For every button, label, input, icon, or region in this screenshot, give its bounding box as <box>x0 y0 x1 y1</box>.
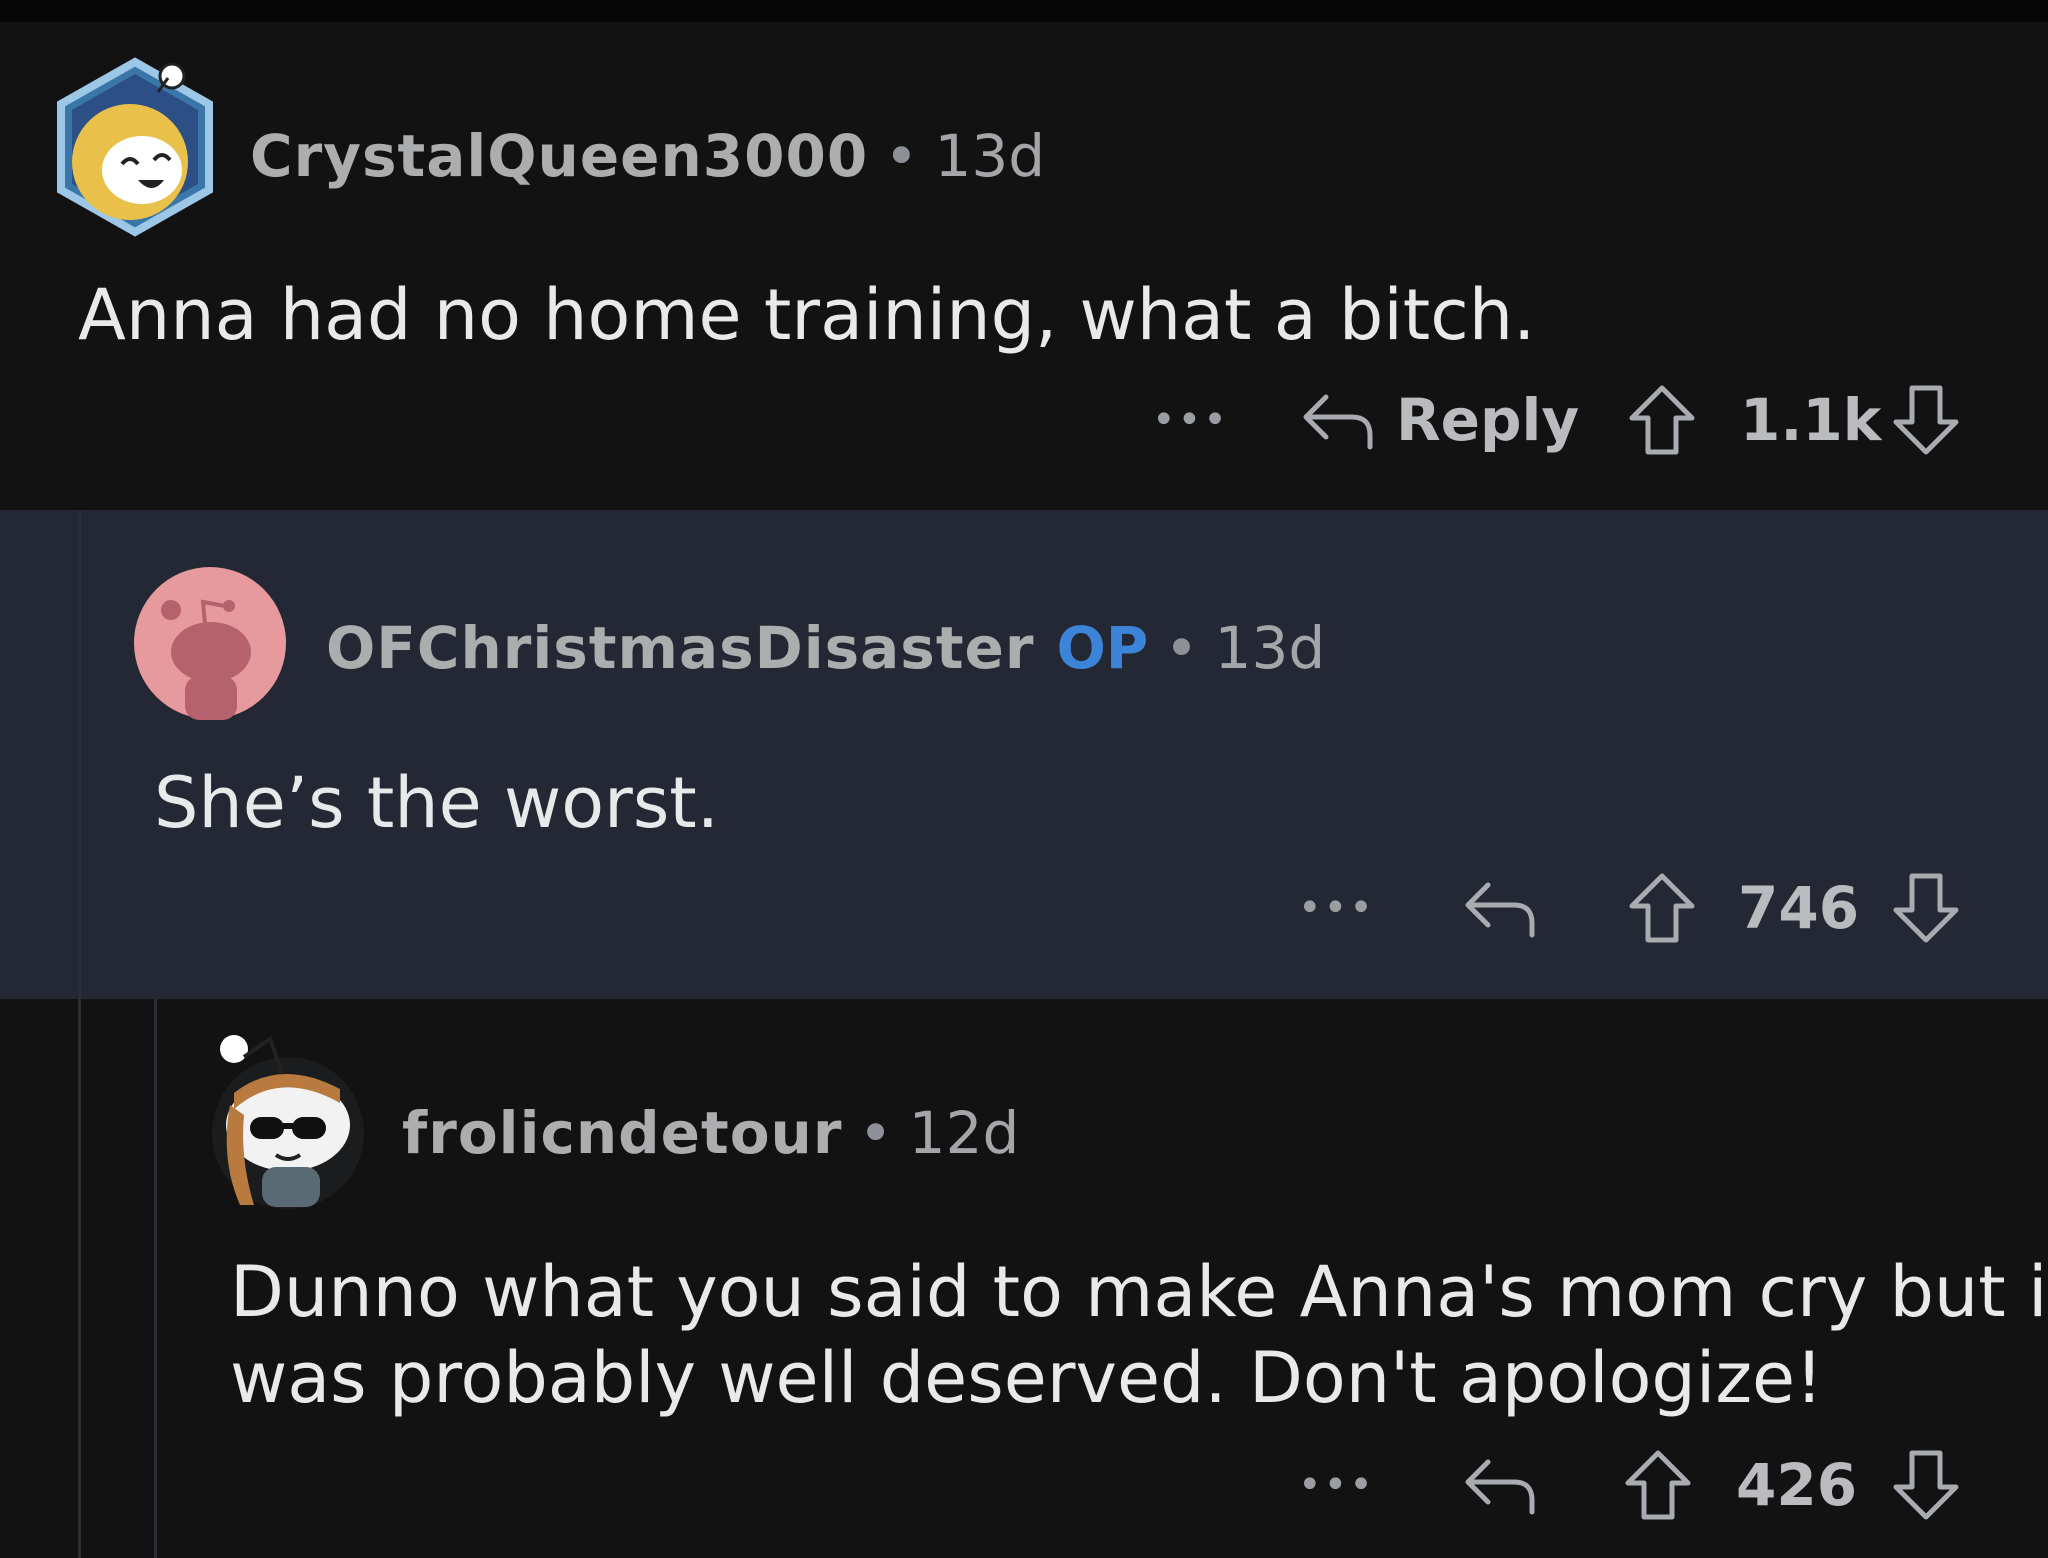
vote-score: 1.1k <box>1740 386 1882 454</box>
more-options-button[interactable]: ••• <box>1298 885 1375 931</box>
avatar-crystalqueen-icon[interactable] <box>46 52 224 242</box>
op-badge: OP <box>1056 614 1149 682</box>
comment-text: Dunno what you said to make Anna's mom c… <box>230 1249 2048 1421</box>
downvote-arrow-icon[interactable] <box>1890 382 1962 458</box>
reply-button[interactable] <box>1462 1440 1538 1530</box>
reply-arrow-icon <box>1303 394 1373 450</box>
more-options-button[interactable]: ••• <box>1152 397 1229 443</box>
username[interactable]: frolicndetour <box>402 1099 842 1167</box>
status-bar <box>0 0 2048 22</box>
vote-score: 426 <box>1736 1451 1858 1519</box>
comment-actions: ••• Reply 1.1k <box>0 375 2048 465</box>
reply-label: Reply <box>1396 386 1580 454</box>
reply-arrow-icon <box>1465 1459 1535 1515</box>
separator-dot: • <box>858 1099 893 1167</box>
separator-dot: • <box>884 122 919 190</box>
upvote-arrow-icon[interactable] <box>1626 870 1698 946</box>
downvote-arrow-icon[interactable] <box>1890 870 1962 946</box>
more-options-button[interactable]: ••• <box>1298 1462 1375 1508</box>
comment-text-line: Dunno what you said to make Anna's mom c… <box>230 1251 2048 1333</box>
vote-score: 746 <box>1738 874 1860 942</box>
comment-actions: ••• 426 <box>0 1440 2048 1530</box>
reply-button[interactable] <box>1462 863 1538 953</box>
comment-age: 13d <box>1214 614 1326 682</box>
avatar-sunglasses-snoo-icon[interactable] <box>210 1029 366 1211</box>
username[interactable]: OFChristmasDisaster <box>326 614 1035 682</box>
downvote-arrow-icon[interactable] <box>1890 1447 1962 1523</box>
comment-2: OFChristmasDisaster OP • 13d She’s the w… <box>0 510 2048 999</box>
comment-text: She’s the worst. <box>154 762 719 844</box>
comment-age: 12d <box>908 1099 1020 1167</box>
comment-3: frolicndetour • 12d Dunno what you said … <box>0 999 2048 1558</box>
separator-dot: • <box>1164 614 1199 682</box>
avatar-default-snoo-icon[interactable] <box>133 566 287 720</box>
upvote-arrow-icon[interactable] <box>1626 382 1698 458</box>
comment-actions: ••• 746 <box>0 863 2048 953</box>
upvote-arrow-icon[interactable] <box>1622 1447 1694 1523</box>
comment-text-line: was probably well deserved. Don't apolog… <box>230 1337 1824 1419</box>
reply-button[interactable]: Reply <box>1300 375 1579 465</box>
comment-age: 13d <box>934 122 1046 190</box>
comment-text: Anna had no home training, what a bitch. <box>78 274 1536 356</box>
comment-1: CrystalQueen3000 • 13d Anna had no home … <box>0 22 2048 510</box>
username[interactable]: CrystalQueen3000 <box>250 122 868 190</box>
reply-arrow-icon <box>1465 882 1535 938</box>
